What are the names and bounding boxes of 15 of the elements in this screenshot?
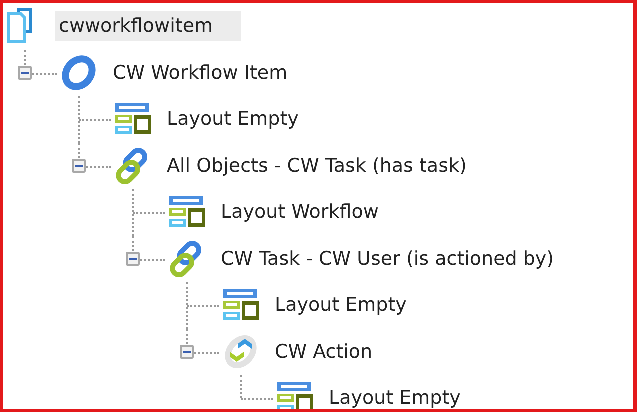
layout-icon bbox=[275, 380, 315, 409]
tree-item-label[interactable]: All Objects - CW Task (has task) bbox=[163, 150, 471, 181]
collapse-toggle[interactable] bbox=[72, 158, 86, 173]
tree-item-label[interactable]: Layout Empty bbox=[325, 383, 465, 409]
collapse-toggle[interactable] bbox=[180, 344, 194, 359]
collapse-toggle[interactable] bbox=[18, 66, 32, 80]
collapse-toggle[interactable] bbox=[126, 252, 140, 266]
tree-item-label[interactable]: Layout Workflow bbox=[217, 197, 383, 228]
tree-item-label[interactable]: Layout Empty bbox=[163, 104, 303, 134]
tree-item-label[interactable]: CW Task - CW User (is actioned by) bbox=[217, 244, 558, 274]
tree-item-label[interactable]: CW Action bbox=[271, 336, 377, 367]
tree-item-label[interactable]: CW Workflow Item bbox=[109, 58, 292, 88]
tree-item-label[interactable]: cwworkflowitem bbox=[55, 11, 242, 42]
tree-item-label[interactable]: Layout Empty bbox=[271, 290, 411, 320]
ring-icon bbox=[59, 52, 99, 93]
